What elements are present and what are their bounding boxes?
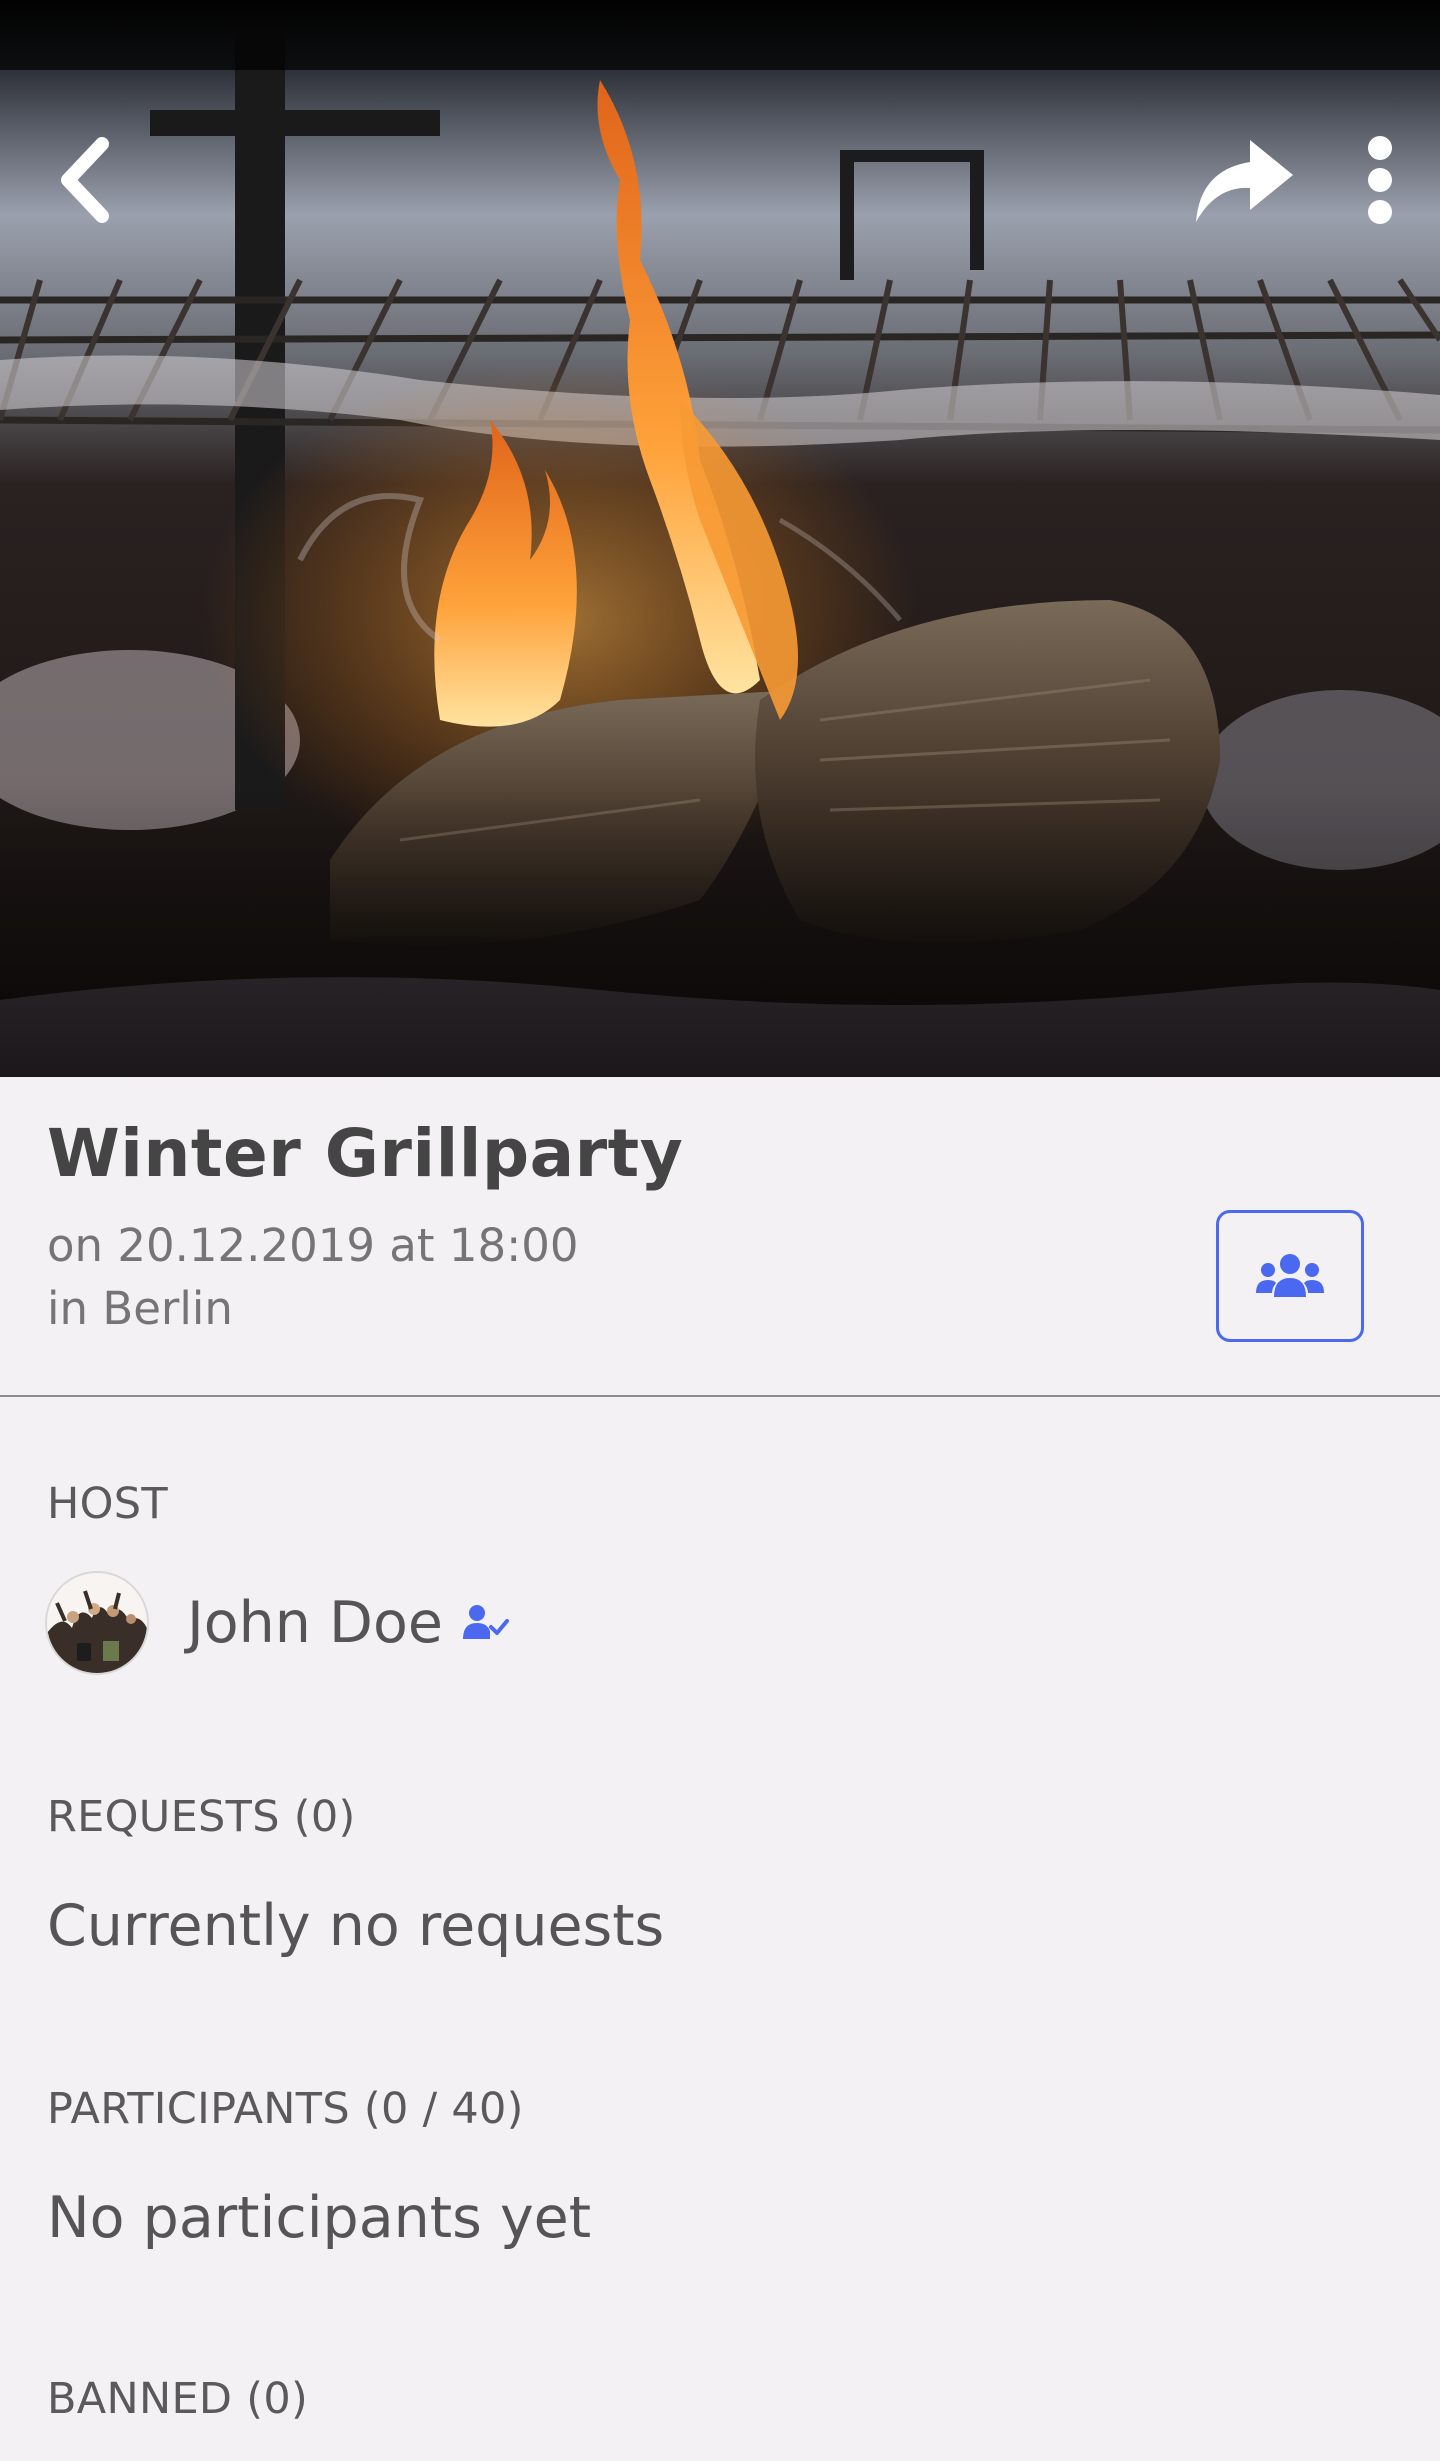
event-location: in Berlin [47,1282,233,1335]
participants-empty-text: No participants yet [47,2185,592,2251]
chevron-left-icon [61,137,109,223]
event-cover-image [0,0,1440,1077]
host-row[interactable]: John Doe [45,1569,509,1677]
host-section-label: HOST [47,1479,168,1529]
users-group-icon [1256,1254,1324,1297]
group-chat-button[interactable] [1216,1210,1364,1342]
event-title: Winter Grillparty [47,1115,684,1192]
share-arrow-icon [1196,140,1293,222]
avatar[interactable] [45,1571,149,1675]
banned-section-label: BANNED (0) [47,2374,309,2424]
user-check-icon [462,1603,509,1643]
requests-section-label: REQUESTS (0) [47,1792,356,1842]
share-button[interactable] [1178,125,1308,235]
more-options-button[interactable] [1340,125,1420,235]
more-vertical-icon [1368,136,1392,224]
event-date: on 20.12.2019 at 18:00 [47,1219,579,1272]
host-name[interactable]: John Doe [187,1594,443,1652]
event-info-section: Winter Grillparty on 20.12.2019 at 18:00… [0,1077,1440,1397]
requests-empty-text: Currently no requests [47,1893,665,1959]
back-button[interactable] [30,120,140,240]
participants-section-label: PARTICIPANTS (0 / 40) [47,2084,524,2134]
